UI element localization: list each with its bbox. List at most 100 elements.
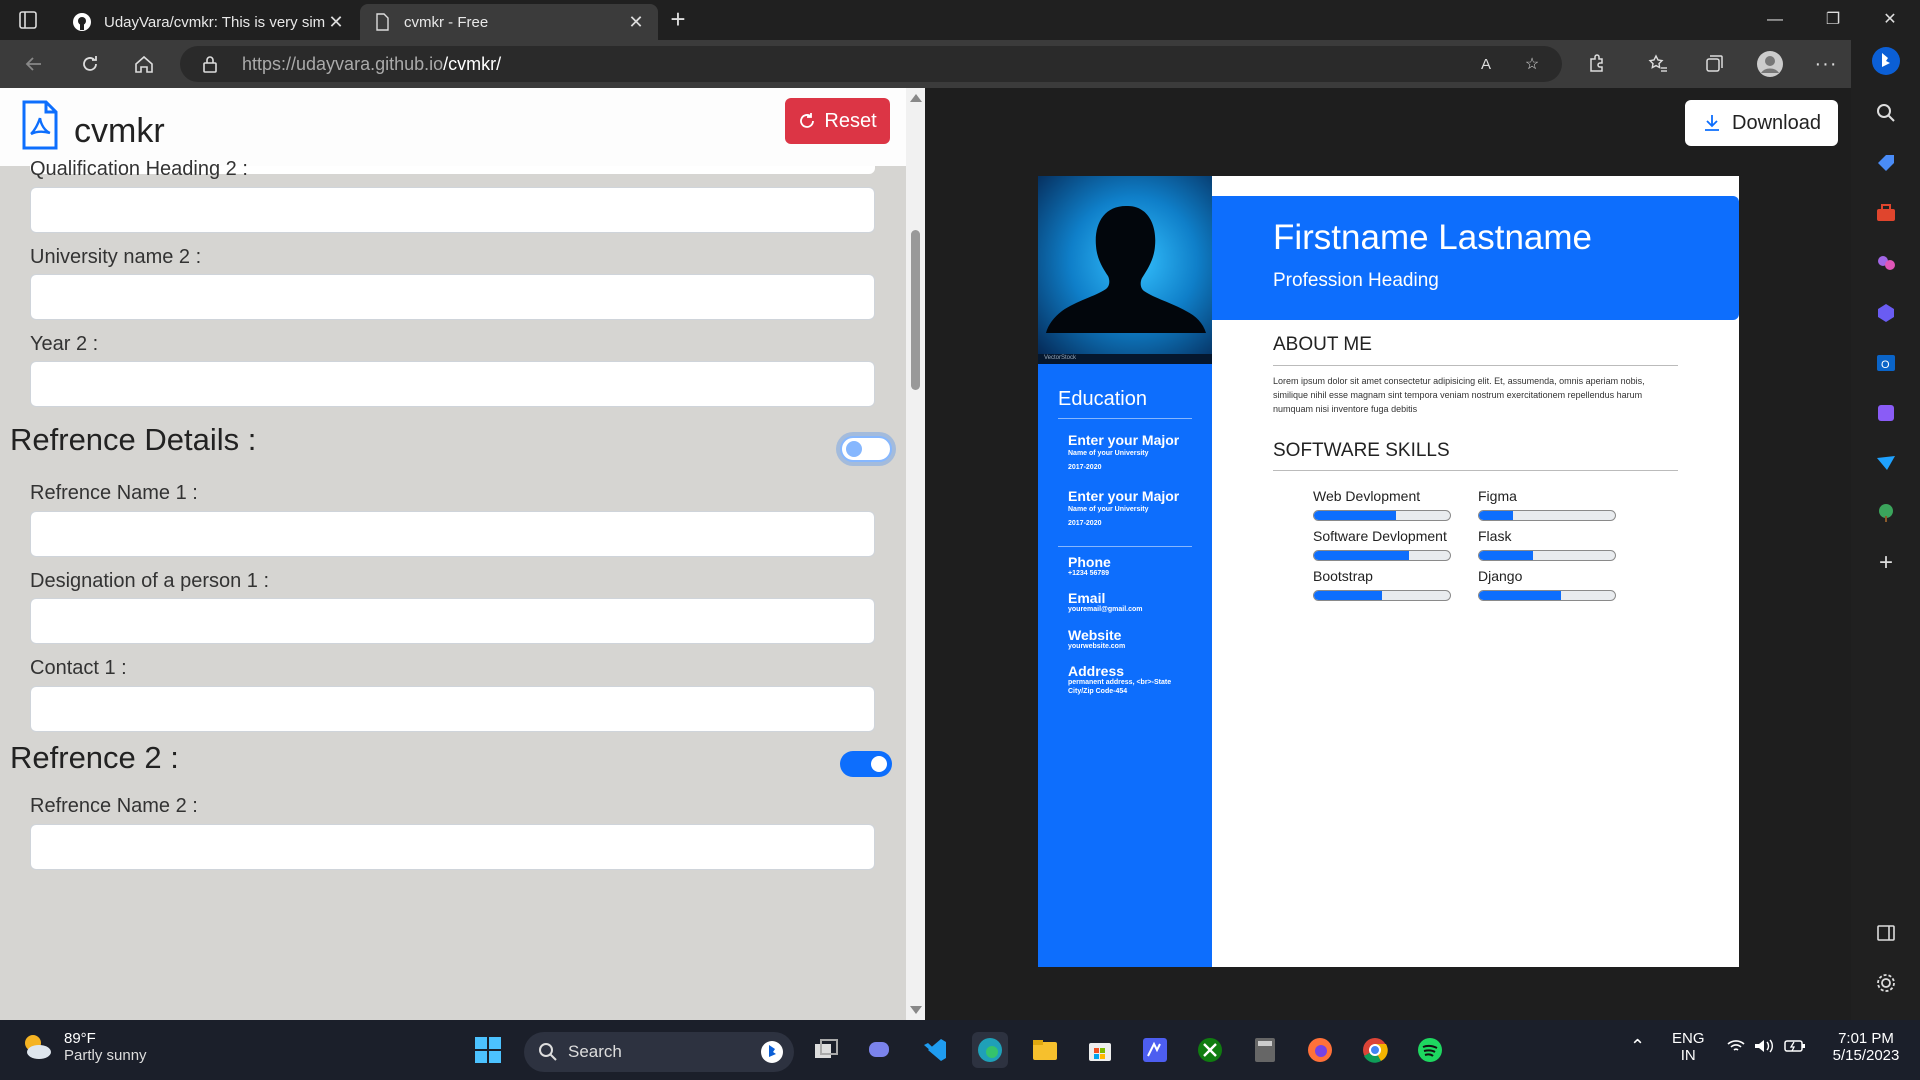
wifi-icon[interactable] (1727, 1038, 1745, 1058)
tracker-app-icon[interactable] (1137, 1032, 1173, 1068)
education-years: 2017-2020 (1068, 520, 1102, 527)
contact-1-input[interactable] (30, 686, 875, 732)
more-options-icon[interactable]: ··· (1808, 48, 1844, 80)
skill-progress-bar (1313, 590, 1451, 601)
xbox-icon[interactable] (1192, 1032, 1228, 1068)
reference-2-toggle[interactable] (840, 751, 892, 777)
reference-name-1-input[interactable] (30, 511, 875, 557)
microsoft-store-icon[interactable] (1082, 1032, 1118, 1068)
skill-progress-fill (1479, 551, 1534, 560)
close-window-button[interactable]: ✕ (1862, 0, 1918, 40)
back-button[interactable] (16, 48, 52, 80)
firefox-icon[interactable] (1302, 1032, 1338, 1068)
download-label: Download (1732, 111, 1821, 134)
form-panel: cvmkr Reset Qualification Heading 2 : Un… (0, 88, 925, 1020)
outlook-icon[interactable]: O (1871, 348, 1901, 378)
taskbar-search[interactable]: Search (524, 1032, 794, 1072)
add-icon[interactable]: + (1871, 548, 1901, 578)
photo-watermark: VectorStock (1044, 355, 1077, 361)
show-hidden-icons[interactable]: ⌃ (1630, 1036, 1645, 1057)
teams-chat-icon[interactable] (862, 1032, 898, 1068)
collections-icon[interactable] (1696, 48, 1732, 80)
microsoft-365-icon[interactable] (1871, 298, 1901, 328)
add-favorite-icon[interactable]: ☆ (1518, 52, 1546, 76)
hide-sidebar-icon[interactable] (1871, 918, 1901, 948)
vscode-icon[interactable] (917, 1032, 953, 1068)
pdf-file-icon (22, 100, 58, 150)
input-language[interactable]: ENG IN (1672, 1030, 1705, 1064)
scroll-down-arrow[interactable] (910, 1006, 922, 1014)
university-name-2-input[interactable] (30, 274, 875, 320)
search-icon (539, 1043, 557, 1061)
drop-icon[interactable] (1871, 448, 1901, 478)
calculator-icon[interactable] (1247, 1032, 1283, 1068)
extensions-icon[interactable] (1578, 48, 1614, 80)
minimize-button[interactable]: — (1747, 0, 1803, 40)
tab-github[interactable]: UdayVara/cvmkr: This is very simple ✕ (60, 4, 358, 40)
email-label: Email (1068, 590, 1106, 606)
search-icon[interactable] (1871, 98, 1901, 128)
close-tab-icon[interactable]: ✕ (626, 12, 646, 33)
restore-button[interactable]: ❐ (1805, 0, 1861, 40)
designer-icon[interactable] (1871, 398, 1901, 428)
reset-button[interactable]: Reset (785, 98, 890, 144)
task-view-icon[interactable] (808, 1032, 844, 1068)
designation-1-label: Designation of a person 1 : (30, 570, 270, 592)
reference-name-2-label: Refrence Name 2 : (30, 795, 198, 817)
education-university: Name of your University (1068, 450, 1149, 457)
edge-icon[interactable] (972, 1032, 1008, 1068)
university-name-2-label: University name 2 : (30, 246, 202, 268)
tab-actions-icon[interactable] (16, 8, 44, 32)
qualification-heading-2-input[interactable] (30, 187, 875, 233)
start-button[interactable] (470, 1032, 506, 1068)
tools-icon[interactable] (1871, 198, 1901, 228)
contact-1-label: Contact 1 : (30, 657, 127, 679)
weather-widget[interactable]: 89°F Partly sunny (20, 1030, 147, 1064)
close-tab-icon[interactable]: ✕ (326, 12, 346, 33)
scroll-up-arrow[interactable] (910, 94, 922, 102)
bing-chat-icon[interactable] (1871, 46, 1901, 76)
scroll-thumb[interactable] (911, 230, 920, 390)
read-aloud-icon[interactable]: A (1472, 52, 1500, 76)
file-explorer-icon[interactable] (1027, 1032, 1063, 1068)
new-tab-button[interactable]: + (664, 6, 692, 34)
tab-title: UdayVara/cvmkr: This is very simple (104, 13, 326, 31)
cv-name: Firstname Lastname (1273, 218, 1593, 257)
cv-header: Firstname Lastname Profession Heading (1212, 196, 1739, 320)
shopping-icon[interactable] (1871, 148, 1901, 178)
reference-name-2-input[interactable] (30, 824, 875, 870)
spotify-icon[interactable] (1412, 1032, 1448, 1068)
volume-icon[interactable] (1753, 1038, 1773, 1058)
games-icon[interactable] (1871, 248, 1901, 278)
clock[interactable]: 7:01 PM 5/15/2023 (1826, 1030, 1906, 1064)
bing-icon (761, 1041, 783, 1063)
about-heading: ABOUT ME (1273, 334, 1372, 355)
chrome-icon[interactable] (1357, 1032, 1393, 1068)
reference-details-toggle[interactable] (840, 436, 892, 462)
download-button[interactable]: Download (1685, 100, 1838, 146)
divider (1273, 470, 1678, 471)
weather-condition: Partly sunny (64, 1047, 147, 1064)
tree-icon[interactable] (1871, 498, 1901, 528)
download-icon (1705, 115, 1720, 131)
phone-value: +1234 56789 (1068, 570, 1110, 577)
home-button[interactable] (126, 48, 162, 80)
tab-cvmkr[interactable]: cvmkr - Free ✕ (360, 4, 658, 40)
reset-icon (800, 113, 815, 128)
favorites-icon[interactable] (1640, 48, 1676, 80)
browser-nav-bar: https://udayvara.github.io/cvmkr/ A ☆ ··… (0, 40, 1920, 88)
refresh-button[interactable] (72, 48, 108, 80)
skill-name: Flask (1478, 528, 1512, 544)
year-2-input[interactable] (30, 361, 875, 407)
cv-document: VectorStock Education Enter your Major N… (1038, 176, 1739, 967)
qualification-heading-2-label: Qualification Heading 2 : (30, 158, 248, 180)
profile-avatar[interactable] (1752, 48, 1788, 80)
partly-sunny-icon (25, 1035, 51, 1059)
form-scrollbar[interactable] (906, 88, 925, 1020)
battery-icon[interactable] (1784, 1038, 1806, 1058)
designation-1-input[interactable] (30, 598, 875, 644)
settings-icon[interactable] (1871, 968, 1901, 998)
svg-text:O: O (1881, 359, 1890, 371)
cv-preview-panel: Download VectorStock Education Enter you… (925, 88, 1851, 1020)
address-bar[interactable]: https://udayvara.github.io/cvmkr/ A ☆ (180, 46, 1562, 82)
